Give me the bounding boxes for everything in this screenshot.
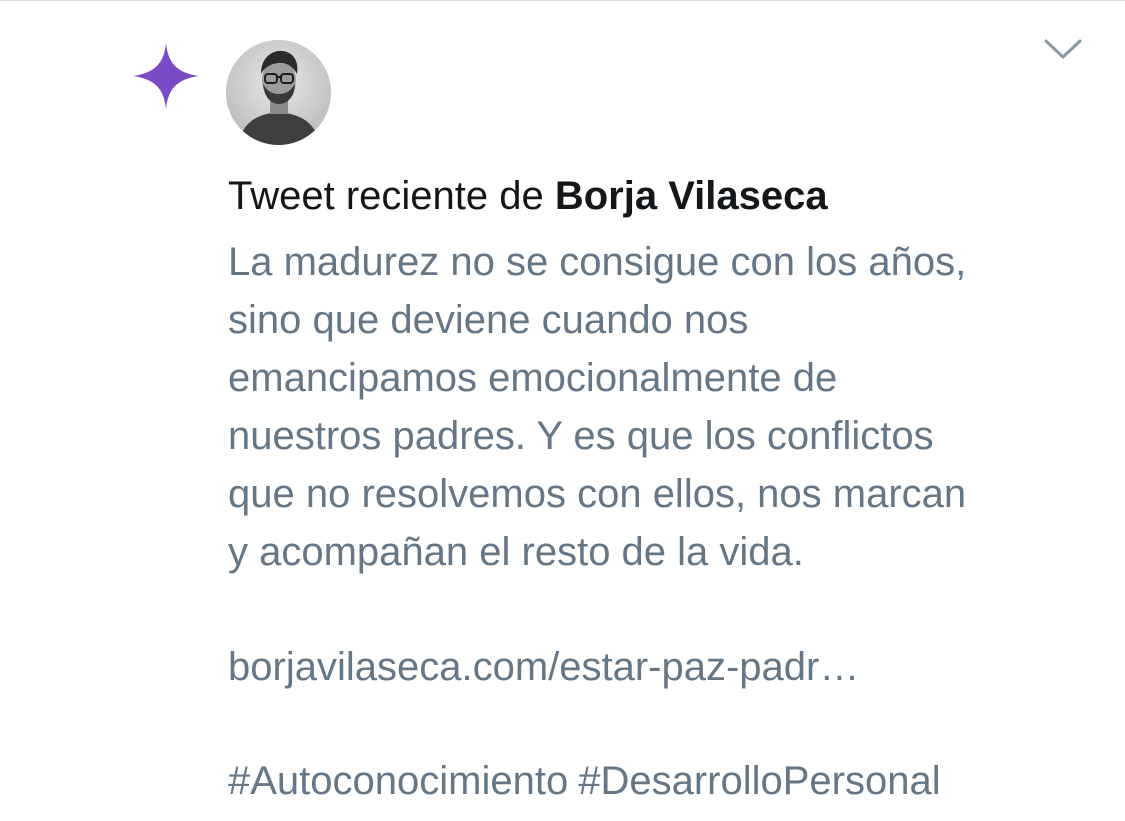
tweet-text-line: que no resolvemos con ellos, nos marcan xyxy=(228,472,967,516)
avatar-photo-icon xyxy=(226,40,331,145)
tweet-text-line: emancipamos emocionalmente de xyxy=(228,356,838,400)
tweet-link[interactable]: borjavilaseca.com/estar-paz-padr… xyxy=(228,638,859,696)
hashtag-link[interactable]: #DesarrolloPersonal xyxy=(578,759,940,803)
tweet-text-line: y acompañan el resto de la vida. xyxy=(228,530,804,574)
notification-heading: Tweet reciente de Borja Vilaseca xyxy=(228,170,828,222)
sparkle-icon xyxy=(133,43,199,109)
heading-prefix: Tweet reciente de xyxy=(228,174,555,218)
tweet-text-line: nuestros padres. Y es que los conflictos xyxy=(228,414,934,458)
tweet-hashtags: #Autoconocimiento #DesarrolloPersonal xyxy=(228,752,951,810)
tweet-text[interactable]: La madurez no se consigue con los años, … xyxy=(228,233,1108,581)
tweet-text-line: sino que deviene cuando nos xyxy=(228,298,749,342)
hashtag-link[interactable]: #Autoconocimiento xyxy=(228,759,568,803)
tweet-text-line: La madurez no se consigue con los años, xyxy=(228,240,967,284)
author-name[interactable]: Borja Vilaseca xyxy=(555,174,828,218)
tweet-notification[interactable]: Tweet reciente de Borja Vilaseca La madu… xyxy=(0,0,1125,821)
chevron-down-icon[interactable] xyxy=(1043,36,1083,62)
avatar[interactable] xyxy=(226,40,331,145)
